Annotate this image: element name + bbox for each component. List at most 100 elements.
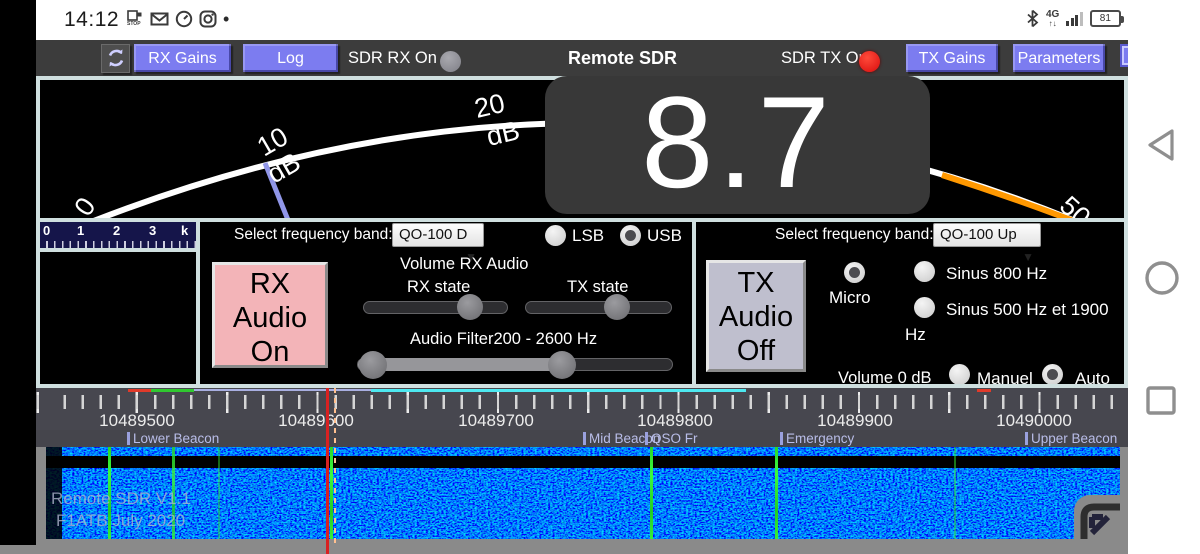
app-author-watermark: F1ATB July 2020 [56,511,185,531]
rx-frequency-cursor[interactable] [326,388,329,554]
clock: 14:12 [64,8,119,32]
nav-home-button[interactable] [1142,258,1182,303]
tx-state-slider-thumb[interactable] [604,294,630,320]
waterfall-expand-handle[interactable] [1074,495,1120,539]
tx-frequency-cursor [334,388,336,545]
audio-scale-label: 2 [113,223,120,238]
signal-line [330,447,333,539]
usb-radio[interactable] [620,225,641,246]
gauge-unit-20: dB [484,115,523,152]
ruler-minor-ticks [36,395,1128,409]
signal-line [218,447,220,539]
rx-audio-toggle-button[interactable]: RX Audio On [212,262,328,368]
auto-label: Auto [1075,369,1110,384]
tx-control-panel: Select frequency band: QO-100 Up▼ TX Aud… [696,222,1124,384]
log-button[interactable]: Log [243,44,338,72]
waterfall-frame: Remote SDR V1.1 F1ATB July 2020 [36,447,1128,545]
signal-line [775,447,778,539]
gauge-label-50: 50 [1054,190,1096,218]
bluetooth-icon [1026,9,1039,28]
home-circle-icon [1142,258,1182,298]
rx-gains-button[interactable]: RX Gains [134,44,231,72]
auto-radio[interactable] [1042,364,1063,384]
marker-qso-fr: QSO Fr [645,431,698,446]
panel-divider [40,248,196,252]
app-version-watermark: Remote SDR V1.1 [51,489,191,509]
freq-tick-label: 10489800 [615,411,735,430]
tx-audio-toggle-button[interactable]: TX Audio Off [706,260,806,372]
signal-line [650,447,653,539]
band-segment-red [128,389,151,392]
rx-band-select[interactable]: QO-100 D▼ [392,223,484,247]
sdr-tx-status-led[interactable] [859,51,880,72]
lsb-radio[interactable] [545,225,566,246]
screen-bottom-edge [0,545,1128,554]
audio-scale-label: 0 [43,223,50,238]
refresh-button[interactable] [101,44,130,73]
freq-tick-label: 10489600 [256,411,376,430]
instagram-icon [199,10,217,28]
sdr-rx-toggle-label: SDR RX On [348,49,437,68]
tx-band-select-label: Select frequency band: [775,226,934,244]
sdr-tx-toggle-label: SDR TX On [781,49,868,68]
smeter-value-display: 8.7 [545,76,930,214]
audio-filter-low-thumb[interactable] [359,351,387,379]
sdr-rx-status-knob[interactable] [440,51,461,72]
audio-scale-label: 1 [77,223,84,238]
refresh-icon [105,47,127,69]
rx-control-panel: Select frequency band: QO-100 D▼ LSB USB… [200,222,692,384]
audio-frequency-scale: 0 1 2 3 k [40,222,196,248]
sinus-800-radio[interactable] [914,261,935,282]
rx-band-select-label: Select frequency band: [234,226,393,244]
sinus-500-1900-label-wrap: Hz [905,325,926,345]
waterfall-display[interactable]: Remote SDR V1.1 F1ATB July 2020 [46,447,1120,539]
signal-strength-icon [1066,11,1083,26]
gauge-app-icon [175,10,193,28]
audio-filter-high-thumb[interactable] [548,351,576,379]
rx-state-label: RX state [407,278,470,297]
frequency-ruler[interactable]: 10489500 10489600 10489700 10489800 1048… [36,388,1128,430]
sinus-500-1900-label: Sinus 500 Hz et 1900 [946,300,1109,320]
waterfall-noise [46,447,1120,539]
band-segment-lavender [194,389,371,391]
freq-tick-label: 10489500 [77,411,197,430]
manuel-radio[interactable] [949,364,970,384]
audio-scale-label: k [181,223,188,238]
parameters-button[interactable]: Parameters [1013,44,1105,72]
rx-state-slider-track[interactable] [363,301,508,314]
tx-volume-label: Volume 0 dB [838,369,932,384]
system-status-icons: 4G↑↓ 81 [1026,9,1121,28]
micro-radio[interactable] [844,262,865,283]
nav-recents-button[interactable] [1142,382,1180,425]
lsb-label: LSB [572,226,604,246]
expand-arrow-icon [1074,495,1120,539]
gauge-label-0: 0 [68,192,101,218]
band-segment-red2 [977,389,991,392]
notification-dot-icon: • [223,11,229,27]
freq-tick-label: 10489700 [436,411,556,430]
stopcovid-app-icon: STOP [126,10,144,28]
band-segment-cyan [371,389,746,392]
gmail-icon [150,10,169,28]
band-marker-strip: Lower Beacon Mid Beacon QSO Fr Emergency… [36,430,1128,447]
tx-band-select[interactable]: QO-100 Up▼ [933,223,1041,247]
android-status-bar: 14:12 STOP • [36,0,1200,40]
band-segment-green [151,389,194,392]
tx-gains-button[interactable]: TX Gains [906,44,998,72]
freq-tick-label: 10489900 [795,411,915,430]
battery-indicator: 81 [1090,10,1121,27]
app-toolbar: RX Gains Log SDR RX On Remote SDR SDR TX… [36,40,1128,76]
rx-state-slider-thumb[interactable] [457,294,483,320]
sinus-500-1900-radio[interactable] [914,297,935,318]
signal-line [954,447,956,539]
tx-state-slider-track[interactable] [525,301,672,314]
audio-scale-label: 3 [149,223,156,238]
freq-tick-label: 10490000 [974,411,1094,430]
android-nav-bar [1128,40,1200,554]
app-title: Remote SDR [568,48,677,69]
marker-emergency: Emergency [780,431,854,446]
nav-back-button[interactable] [1142,125,1180,170]
back-triangle-icon [1142,125,1180,165]
screen-left-edge [0,0,36,545]
marker-lower-beacon: Lower Beacon [127,431,219,446]
